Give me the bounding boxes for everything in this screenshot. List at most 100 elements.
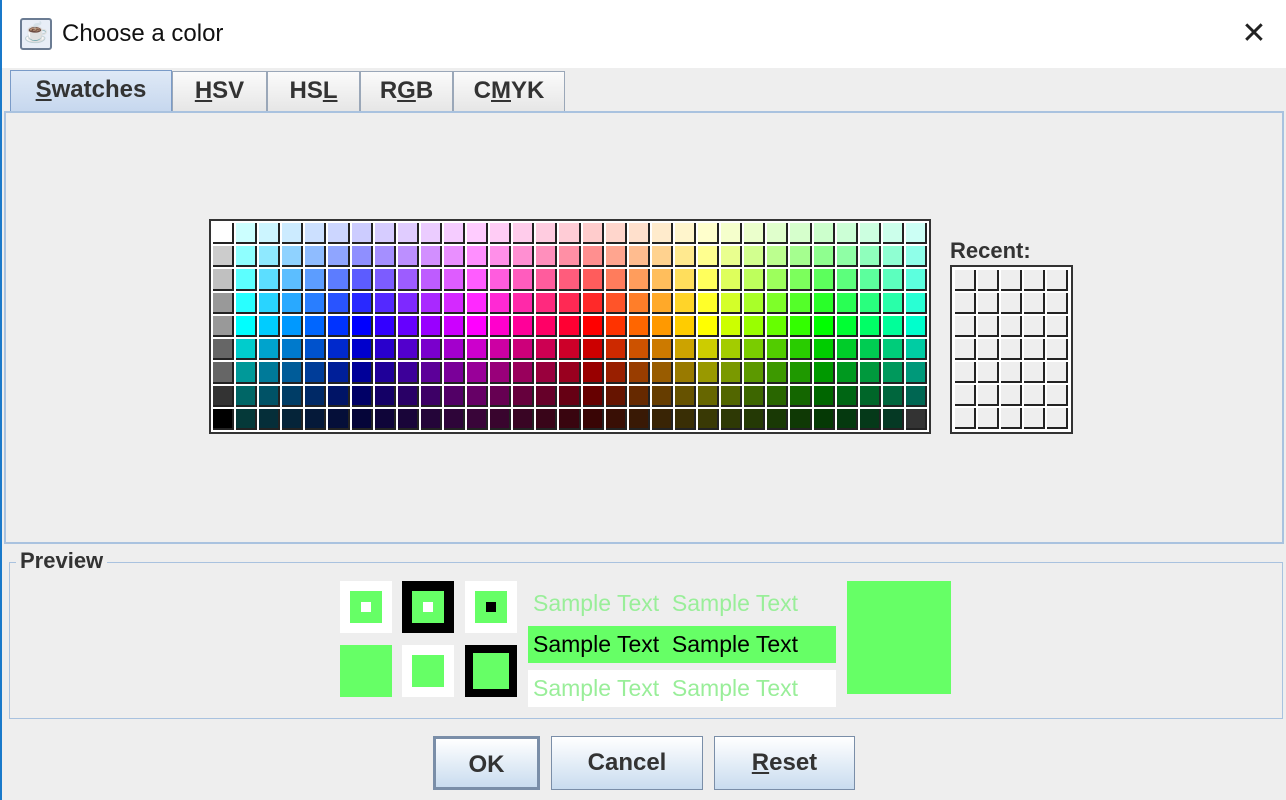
color-swatch[interactable] (906, 339, 927, 360)
color-swatch[interactable] (744, 246, 765, 267)
color-swatch[interactable] (490, 316, 511, 337)
color-swatch[interactable] (675, 409, 696, 430)
color-swatch[interactable] (860, 362, 881, 383)
recent-swatch[interactable] (1047, 385, 1068, 406)
color-swatch[interactable] (328, 339, 349, 360)
color-swatch[interactable] (767, 223, 788, 244)
color-swatch[interactable] (814, 269, 835, 290)
color-swatch[interactable] (467, 316, 488, 337)
color-swatch[interactable] (906, 269, 927, 290)
color-swatch[interactable] (860, 409, 881, 430)
color-swatch[interactable] (513, 362, 534, 383)
recent-swatch[interactable] (1047, 339, 1068, 360)
color-swatch[interactable] (652, 293, 673, 314)
color-swatch[interactable] (513, 316, 534, 337)
color-swatch[interactable] (721, 293, 742, 314)
recent-swatch[interactable] (1001, 293, 1022, 314)
color-swatch[interactable] (305, 223, 326, 244)
color-swatch[interactable] (328, 386, 349, 407)
color-swatch[interactable] (860, 293, 881, 314)
recent-swatch[interactable] (1047, 408, 1068, 429)
color-swatch[interactable] (352, 223, 373, 244)
color-swatch[interactable] (536, 269, 557, 290)
color-swatch[interactable] (606, 409, 627, 430)
color-swatch[interactable] (467, 339, 488, 360)
color-swatch[interactable] (675, 269, 696, 290)
color-swatch[interactable] (559, 316, 580, 337)
color-swatch[interactable] (629, 316, 650, 337)
color-swatch[interactable] (282, 293, 303, 314)
color-swatch[interactable] (652, 362, 673, 383)
color-swatch[interactable] (328, 269, 349, 290)
color-swatch[interactable] (490, 269, 511, 290)
color-swatch[interactable] (767, 293, 788, 314)
color-swatch[interactable] (721, 362, 742, 383)
color-swatch[interactable] (559, 362, 580, 383)
color-swatch[interactable] (744, 386, 765, 407)
color-swatch[interactable] (213, 223, 234, 244)
color-swatch[interactable] (675, 293, 696, 314)
color-swatch[interactable] (837, 246, 858, 267)
color-swatch[interactable] (490, 339, 511, 360)
color-swatch[interactable] (490, 223, 511, 244)
color-swatch[interactable] (375, 409, 396, 430)
color-swatch[interactable] (837, 339, 858, 360)
color-swatch[interactable] (652, 316, 673, 337)
color-swatch[interactable] (606, 246, 627, 267)
recent-swatch[interactable] (955, 385, 976, 406)
color-swatch[interactable] (467, 293, 488, 314)
close-icon[interactable]: ✕ (1234, 14, 1274, 54)
color-swatch[interactable] (467, 409, 488, 430)
color-swatch[interactable] (352, 246, 373, 267)
color-swatch[interactable] (352, 362, 373, 383)
color-swatch[interactable] (583, 269, 604, 290)
color-swatch[interactable] (375, 362, 396, 383)
color-swatch[interactable] (837, 223, 858, 244)
color-swatch[interactable] (513, 293, 534, 314)
ok-button[interactable]: OK (433, 736, 540, 790)
tab-cmyk[interactable]: CMYK (453, 71, 565, 111)
color-swatch[interactable] (860, 316, 881, 337)
recent-swatch[interactable] (1001, 339, 1022, 360)
color-swatch[interactable] (444, 409, 465, 430)
color-swatch[interactable] (883, 293, 904, 314)
recent-swatch[interactable] (978, 385, 999, 406)
color-swatch[interactable] (536, 316, 557, 337)
color-swatch[interactable] (305, 269, 326, 290)
color-swatch[interactable] (282, 409, 303, 430)
color-swatch[interactable] (236, 223, 257, 244)
color-swatch[interactable] (398, 409, 419, 430)
color-swatch[interactable] (398, 223, 419, 244)
color-swatch[interactable] (559, 293, 580, 314)
color-swatch[interactable] (421, 362, 442, 383)
color-swatch[interactable] (375, 316, 396, 337)
color-swatch[interactable] (282, 223, 303, 244)
color-swatch[interactable] (352, 339, 373, 360)
cancel-button[interactable]: Cancel (551, 736, 703, 790)
color-swatch[interactable] (814, 339, 835, 360)
recent-swatch[interactable] (978, 316, 999, 337)
color-swatch[interactable] (744, 339, 765, 360)
color-swatch[interactable] (606, 339, 627, 360)
color-swatch[interactable] (305, 409, 326, 430)
color-swatch[interactable] (536, 293, 557, 314)
color-swatch[interactable] (860, 246, 881, 267)
color-swatch[interactable] (883, 386, 904, 407)
color-swatch[interactable] (328, 246, 349, 267)
recent-swatch[interactable] (1047, 293, 1068, 314)
color-swatch[interactable] (328, 409, 349, 430)
color-swatch[interactable] (375, 339, 396, 360)
tab-rgb[interactable]: RGB (360, 71, 453, 111)
color-swatch[interactable] (398, 293, 419, 314)
color-swatch[interactable] (490, 409, 511, 430)
color-swatch[interactable] (790, 409, 811, 430)
recent-swatch[interactable] (955, 293, 976, 314)
recent-swatch-grid[interactable] (950, 265, 1073, 434)
color-swatch[interactable] (629, 362, 650, 383)
color-swatch[interactable] (744, 223, 765, 244)
color-swatch[interactable] (790, 246, 811, 267)
color-swatch[interactable] (282, 316, 303, 337)
color-swatch[interactable] (236, 246, 257, 267)
color-swatch[interactable] (606, 293, 627, 314)
recent-swatch[interactable] (978, 339, 999, 360)
